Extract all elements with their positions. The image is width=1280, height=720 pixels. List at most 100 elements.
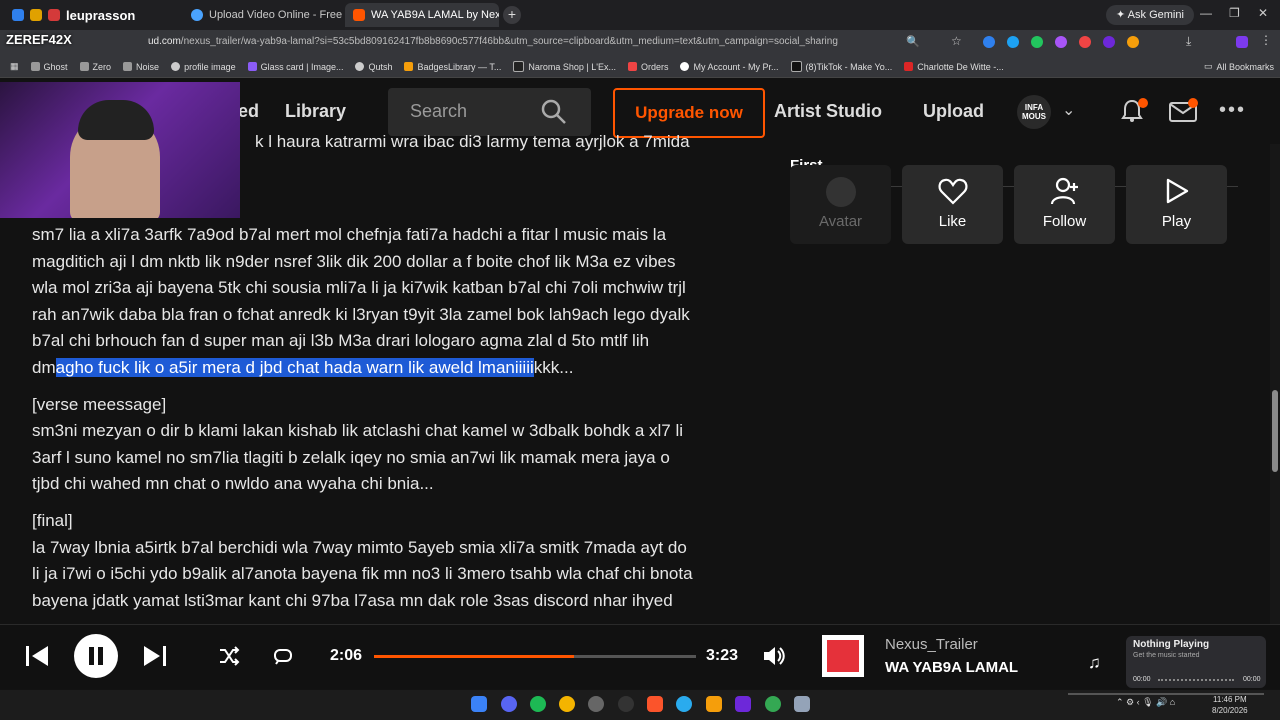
- lyrics-line: sm7 lia a xli7a 3arfk 7a9od b7al mert mo…: [32, 225, 667, 244]
- add-user-icon: [1050, 177, 1078, 205]
- nav-partial[interactable]: ed: [238, 101, 259, 122]
- play-button[interactable]: Play: [1126, 165, 1227, 244]
- scrollbar-track[interactable]: [1270, 144, 1280, 624]
- menu-icon[interactable]: ⋮: [1260, 33, 1272, 47]
- bookmark-label: Ghost: [43, 61, 68, 72]
- bookmark-item[interactable]: BadgesLibrary — T...: [404, 62, 501, 72]
- bookmark-item[interactable]: profile image: [171, 62, 236, 72]
- spotify-icon[interactable]: [530, 696, 546, 712]
- discord-icon[interactable]: [501, 696, 517, 712]
- profile-icon[interactable]: [1236, 36, 1248, 48]
- repeat-icon[interactable]: [272, 645, 294, 667]
- bookmark-item[interactable]: Orders: [627, 62, 668, 72]
- progress-bar[interactable]: [374, 655, 696, 658]
- lyrics-line: magditich aji l dm nktb lik n9der nsref …: [32, 251, 676, 271]
- scrollbar-thumb[interactable]: [1272, 390, 1278, 472]
- bookmark-label: Glass card | Image...: [260, 61, 344, 72]
- track-artwork-fill: [827, 640, 859, 672]
- download-icon[interactable]: ⤓: [1186, 34, 1191, 49]
- lyrics-line: bayena jdatk yamat lsti3mar kant chi 97b…: [32, 590, 673, 610]
- bookmark-label: Naroma Shop | L'Ex...: [528, 61, 616, 72]
- extension-icon[interactable]: [983, 36, 995, 48]
- total-time: 3:23: [706, 647, 739, 664]
- extension-icon[interactable]: [1079, 36, 1091, 48]
- pause-button[interactable]: [74, 634, 118, 678]
- app-icon[interactable]: [588, 696, 604, 712]
- volume-icon[interactable]: [762, 645, 786, 667]
- extension-icon[interactable]: [1055, 36, 1067, 48]
- artist-name[interactable]: Nexus_Trailer: [885, 636, 978, 653]
- shuffle-icon[interactable]: [218, 645, 240, 667]
- tray-icons[interactable]: ⌃ ⚙ ‹ 🎙 🔊 ⌂: [1116, 697, 1175, 708]
- track-title[interactable]: WA YAB9A LAMAL: [885, 659, 1018, 676]
- card-label: Like: [938, 213, 967, 230]
- nav-library[interactable]: Library: [285, 101, 346, 122]
- card-label: Follow: [1042, 213, 1087, 230]
- folder-icon[interactable]: [706, 696, 722, 712]
- avatar[interactable]: INFA MOUS: [1017, 95, 1051, 129]
- bookmark-label: Zero: [92, 61, 112, 72]
- lyrics-paragraph: [verse meessage] sm3ni mezyan o dir b kl…: [32, 392, 762, 498]
- tab-stream[interactable]: leuprasson: [4, 3, 174, 27]
- tab-upload-video[interactable]: Upload Video Online - Free Vid ✕: [183, 3, 343, 27]
- bookmark-item[interactable]: Naroma Shop | L'Ex...: [513, 61, 616, 72]
- all-bookmarks-label: All Bookmarks: [1216, 61, 1275, 72]
- all-bookmarks[interactable]: ▭ All Bookmarks: [1204, 61, 1274, 72]
- chrome-icon[interactable]: [559, 696, 575, 712]
- nav-upload[interactable]: Upload: [923, 101, 984, 122]
- chevron-down-icon[interactable]: ⌄: [1062, 100, 1075, 120]
- next-icon[interactable]: [142, 643, 168, 669]
- lyrics-paragraph: sm7 lia a xli7a 3arfk 7a9od b7al mert mo…: [32, 222, 762, 382]
- zoom-icon[interactable]: 🔍: [906, 35, 920, 48]
- bookmark-item[interactable]: My Account - My Pr...: [680, 61, 779, 72]
- extension-icon[interactable]: [1127, 36, 1139, 48]
- restore-icon[interactable]: ❐: [1229, 6, 1240, 20]
- ask-gemini-button[interactable]: ✦ Ask Gemini: [1106, 5, 1194, 25]
- bookmark-item[interactable]: Zero: [79, 61, 112, 72]
- bookmark-item[interactable]: Charlotte De Witte -...: [904, 62, 1004, 72]
- verse-tag: [verse meessage]: [32, 394, 167, 414]
- music-note-icon[interactable]: ♫: [1088, 653, 1101, 673]
- stream-handle-1: leuprasson: [66, 7, 136, 23]
- more-icon[interactable]: •••: [1219, 99, 1246, 122]
- close-window-icon[interactable]: ✕: [1258, 6, 1268, 20]
- lyrics-text: sm7 lia a xli7a 3arfk 7a9od b7al mert mo…: [32, 222, 762, 624]
- nav-artist-studio[interactable]: Artist Studio: [774, 101, 882, 122]
- elapsed-time: 2:06: [330, 647, 363, 664]
- bookmark-item[interactable]: Noise: [123, 62, 159, 72]
- extension-icon[interactable]: [1031, 36, 1043, 48]
- search-icon[interactable]: [540, 98, 568, 126]
- chrome-active-icon[interactable]: [765, 696, 781, 712]
- follow-button[interactable]: Follow: [1014, 165, 1115, 244]
- start-icon[interactable]: [471, 696, 487, 712]
- upgrade-now-button[interactable]: Upgrade now: [613, 88, 765, 138]
- tab-favicon-icon: [48, 9, 60, 21]
- url-field[interactable]: ud.com/nexus_trailer/wa-yab9a-lamal?si=5…: [148, 36, 898, 47]
- bookmark-item[interactable]: Qutsh: [355, 62, 392, 72]
- brave-icon[interactable]: [647, 696, 663, 712]
- apps-icon[interactable]: ▦: [10, 61, 19, 72]
- bookmark-item[interactable]: Ghost: [30, 61, 68, 72]
- system-clock[interactable]: 11:46 PM 8/20/2026: [1212, 694, 1248, 716]
- minimize-icon[interactable]: —: [1200, 6, 1212, 20]
- new-tab-button[interactable]: +: [503, 6, 521, 24]
- bookmark-label: My Account - My Pr...: [693, 61, 779, 72]
- like-button[interactable]: Like: [902, 165, 1003, 244]
- extension-icon[interactable]: [1103, 36, 1115, 48]
- previous-icon[interactable]: [24, 643, 50, 669]
- bookmark-item[interactable]: Glass card | Image...: [247, 61, 344, 72]
- bookmark-item[interactable]: (8)TikTok - Make Yo...: [790, 61, 892, 72]
- extension-icon[interactable]: [1007, 36, 1019, 48]
- lyrics-line: 3arf l suno kamel no sm7lia tlagiti b ze…: [32, 447, 670, 467]
- monitor-icon[interactable]: [794, 696, 810, 712]
- tab-wa-yab9a-lamal[interactable]: WA YAB9A LAMAL by Nexu 🔊 ✕: [345, 3, 499, 27]
- obs-icon[interactable]: [735, 696, 751, 712]
- lyrics-line: kkk...: [533, 357, 574, 377]
- bookmark-label: BadgesLibrary — T...: [417, 61, 502, 72]
- message-badge: [1188, 98, 1198, 108]
- telegram-icon[interactable]: [676, 696, 692, 712]
- lyrics-line: rah an7wik daba bla fran o fchat anredk …: [32, 304, 690, 324]
- app-icon[interactable]: [618, 696, 634, 712]
- bookmark-star-icon[interactable]: ☆: [951, 34, 962, 48]
- media-widget-time-left: 00:00: [1133, 676, 1151, 683]
